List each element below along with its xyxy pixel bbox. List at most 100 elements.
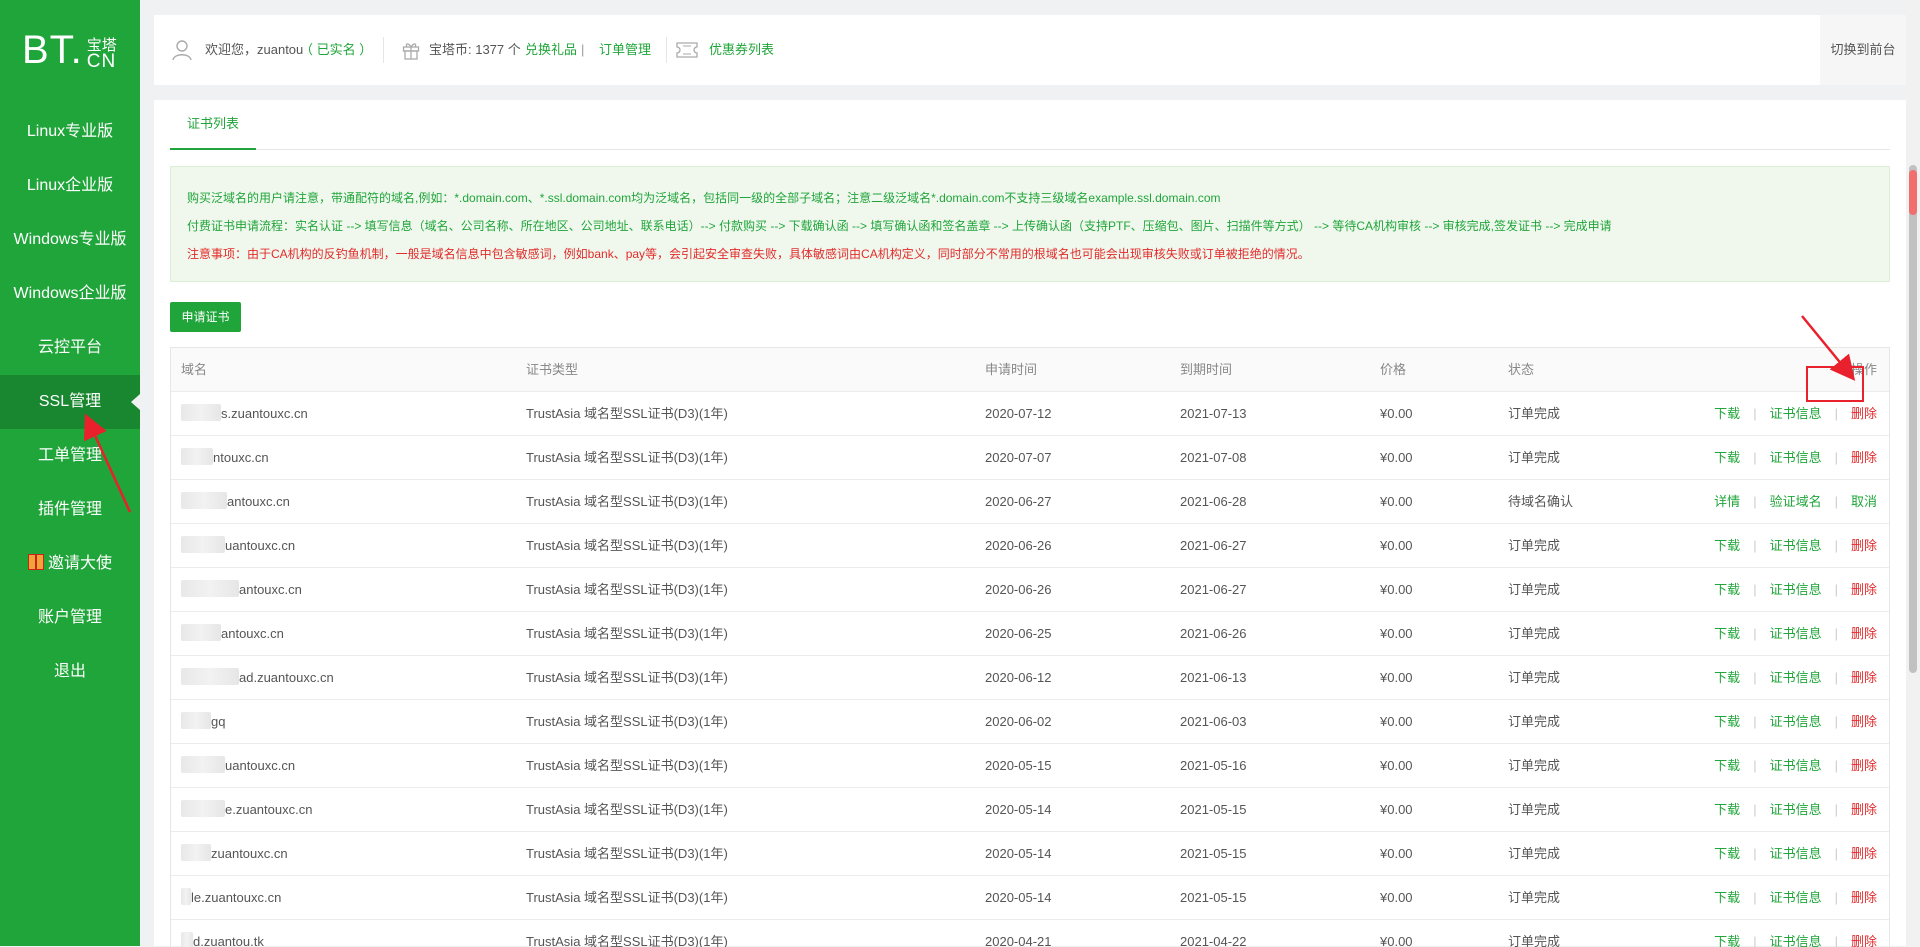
action-info-link[interactable]: 证书信息 bbox=[1770, 846, 1822, 861]
cell-apply: 2020-05-14 bbox=[985, 802, 1052, 817]
action-primary-link[interactable]: 详情 bbox=[1714, 494, 1740, 509]
scrollbar-thumb[interactable] bbox=[1909, 165, 1917, 673]
action-primary-link[interactable]: 下载 bbox=[1714, 758, 1740, 773]
action-primary-link[interactable]: 下载 bbox=[1714, 582, 1740, 597]
row-actions: 下载 | 证书信息 | 删除 bbox=[1714, 934, 1877, 947]
row-actions: 下载 | 证书信息 | 删除 bbox=[1714, 890, 1877, 905]
action-primary-link[interactable]: 下载 bbox=[1714, 846, 1740, 861]
cell-price: ¥0.00 bbox=[1380, 538, 1413, 553]
action-info-link[interactable]: 证书信息 bbox=[1770, 670, 1822, 685]
action-primary-link[interactable]: 下载 bbox=[1714, 934, 1740, 947]
action-delete-link[interactable]: 删除 bbox=[1851, 934, 1877, 947]
order-management-link[interactable]: 订单管理 bbox=[599, 15, 651, 85]
sidebar-nav: Linux专业版 Linux企业版 Windows专业版 Windows企业版云控平台… bbox=[0, 105, 140, 699]
cell-price: ¥0.00 bbox=[1380, 758, 1413, 773]
cell-apply: 2020-07-12 bbox=[985, 406, 1052, 421]
action-delete-link[interactable]: 删除 bbox=[1851, 802, 1877, 817]
action-delete-link[interactable]: 删除 bbox=[1851, 406, 1877, 421]
sidebar-item-label: SSL管理 bbox=[38, 393, 102, 410]
cell-expire: 2021-04-22 bbox=[1180, 934, 1247, 947]
cell-domain: e.zuantouxc.cn bbox=[181, 788, 312, 831]
action-primary-link[interactable]: 下载 bbox=[1714, 538, 1740, 553]
action-delete-link[interactable]: 删除 bbox=[1851, 538, 1877, 553]
notice-process: 付费证书申请流程：实名认证 --> 填写信息（域名、公司名称、所在地区、公司地址… bbox=[187, 219, 1612, 233]
action-info-link[interactable]: 证书信息 bbox=[1770, 758, 1822, 773]
action-info-link[interactable]: 证书信息 bbox=[1770, 714, 1822, 729]
action-delete-link[interactable]: 删除 bbox=[1851, 450, 1877, 465]
action-delete-link[interactable]: 删除 bbox=[1851, 890, 1877, 905]
coupon-list-link[interactable]: 优惠券列表 bbox=[709, 15, 774, 85]
verified-badge[interactable]: （ 已实名 ） bbox=[300, 15, 372, 85]
action-info-link[interactable]: 证书信息 bbox=[1770, 582, 1822, 597]
sidebar-item-label: 退出 bbox=[53, 663, 86, 680]
action-primary-link[interactable]: 下载 bbox=[1714, 714, 1740, 729]
action-delete-link[interactable]: 取消 bbox=[1851, 494, 1877, 509]
action-info-link[interactable]: 证书信息 bbox=[1770, 406, 1822, 421]
sidebar-item-2[interactable]: Windows专业版 bbox=[0, 213, 140, 267]
sidebar-item-label: 插件管理 bbox=[37, 501, 102, 518]
certificate-table: 域名 证书类型 申请时间 到期时间 价格 状态 操作 s.zuantouxc.c… bbox=[170, 347, 1890, 947]
cell-status: 订单完成 bbox=[1508, 714, 1561, 729]
cell-price: ¥0.00 bbox=[1380, 934, 1413, 947]
table-row: zuantouxc.cn TrustAsia 域名型SSL证书(D3)(1年) 20… bbox=[171, 832, 1889, 876]
action-delete-link[interactable]: 删除 bbox=[1851, 626, 1877, 641]
sidebar-item-3[interactable]: Windows企业版 bbox=[0, 267, 140, 321]
table-body: s.zuantouxc.cn TrustAsia 域名型SSL证书(D3)(1年)… bbox=[171, 392, 1889, 947]
cell-domain: s.zuantouxc.cn bbox=[181, 392, 308, 435]
action-delete-link[interactable]: 删除 bbox=[1851, 846, 1877, 861]
switch-to-frontend-button[interactable]: 切换到前台 bbox=[1820, 15, 1906, 85]
cell-type: TrustAsia 域名型SSL证书(D3)(1年) bbox=[526, 846, 728, 861]
action-info-link[interactable]: 证书信息 bbox=[1770, 626, 1822, 641]
sidebar-item-5[interactable]: SSL管理 bbox=[0, 375, 140, 429]
cell-domain: gq bbox=[181, 700, 225, 743]
action-info-link[interactable]: 证书信息 bbox=[1770, 890, 1822, 905]
main-panel: 证书列表 购买泛域名的用户请注意，带通配符的域名,例如：*.domain.com… bbox=[154, 100, 1906, 947]
action-info-link[interactable]: 证书信息 bbox=[1770, 450, 1822, 465]
action-delete-link[interactable]: 删除 bbox=[1851, 670, 1877, 685]
action-info-link[interactable]: 证书信息 bbox=[1770, 538, 1822, 553]
action-delete-link[interactable]: 删除 bbox=[1851, 714, 1877, 729]
sidebar-item-10[interactable]: 退出 bbox=[0, 645, 140, 699]
sidebar-item-6[interactable]: 工单管理 bbox=[0, 429, 140, 483]
cell-type: TrustAsia 域名型SSL证书(D3)(1年) bbox=[526, 802, 728, 817]
apply-certificate-button[interactable]: 申请证书 bbox=[170, 302, 241, 332]
sidebar-item-0[interactable]: Linux专业版 bbox=[0, 105, 140, 159]
sidebar-item-9[interactable]: 账户管理 bbox=[0, 591, 140, 645]
cell-domain: antouxc.cn bbox=[181, 568, 302, 611]
sidebar-item-4[interactable]: 云控平台 bbox=[0, 321, 140, 375]
action-info-link[interactable]: 证书信息 bbox=[1770, 934, 1822, 947]
action-primary-link[interactable]: 下载 bbox=[1714, 802, 1740, 817]
table-row: antouxc.cn TrustAsia 域名型SSL证书(D3)(1年) 2020… bbox=[171, 480, 1889, 524]
sidebar-item-1[interactable]: Linux企业版 bbox=[0, 159, 140, 213]
cell-expire: 2021-05-15 bbox=[1180, 802, 1247, 817]
action-primary-link[interactable]: 下载 bbox=[1714, 890, 1740, 905]
sidebar-item-label: Windows专业版 bbox=[13, 231, 127, 248]
action-primary-link[interactable]: 下载 bbox=[1714, 406, 1740, 421]
table-row: le.zuantouxc.cn TrustAsia 域名型SSL证书(D3)(1年… bbox=[171, 876, 1889, 920]
action-primary-link[interactable]: 下载 bbox=[1714, 670, 1740, 685]
sidebar-item-7[interactable]: 插件管理 bbox=[0, 483, 140, 537]
action-info-link[interactable]: 证书信息 bbox=[1770, 802, 1822, 817]
sidebar-item-8[interactable]: 邀请大使 bbox=[0, 537, 140, 591]
cell-expire: 2021-06-27 bbox=[1180, 582, 1247, 597]
action-info-link[interactable]: 验证域名 bbox=[1770, 494, 1822, 509]
cell-price: ¥0.00 bbox=[1380, 406, 1413, 421]
sidebar-item-label: Windows企业版 bbox=[13, 285, 127, 302]
action-primary-link[interactable]: 下载 bbox=[1714, 626, 1740, 641]
cell-expire: 2021-05-15 bbox=[1180, 890, 1247, 905]
redacted-mask bbox=[181, 668, 239, 685]
cell-domain: ntouxc.cn bbox=[181, 436, 269, 479]
logo-main: BT. bbox=[22, 28, 83, 72]
action-delete-link[interactable]: 删除 bbox=[1851, 758, 1877, 773]
table-row: e.zuantouxc.cn TrustAsia 域名型SSL证书(D3)(1年)… bbox=[171, 788, 1889, 832]
cell-price: ¥0.00 bbox=[1380, 802, 1413, 817]
cell-domain: antouxc.cn bbox=[181, 612, 284, 655]
action-delete-link[interactable]: 删除 bbox=[1851, 582, 1877, 597]
exchange-gifts-link[interactable]: 兑换礼品 bbox=[525, 15, 577, 85]
action-primary-link[interactable]: 下载 bbox=[1714, 450, 1740, 465]
tab-certificate-list[interactable]: 证书列表 bbox=[170, 100, 256, 150]
bt-logo[interactable]: BT. 宝塔 CN bbox=[22, 28, 117, 72]
page-scrollbar[interactable] bbox=[1906, 0, 1920, 946]
cell-type: TrustAsia 域名型SSL证书(D3)(1年) bbox=[526, 582, 728, 597]
cell-apply: 2020-06-25 bbox=[985, 626, 1052, 641]
